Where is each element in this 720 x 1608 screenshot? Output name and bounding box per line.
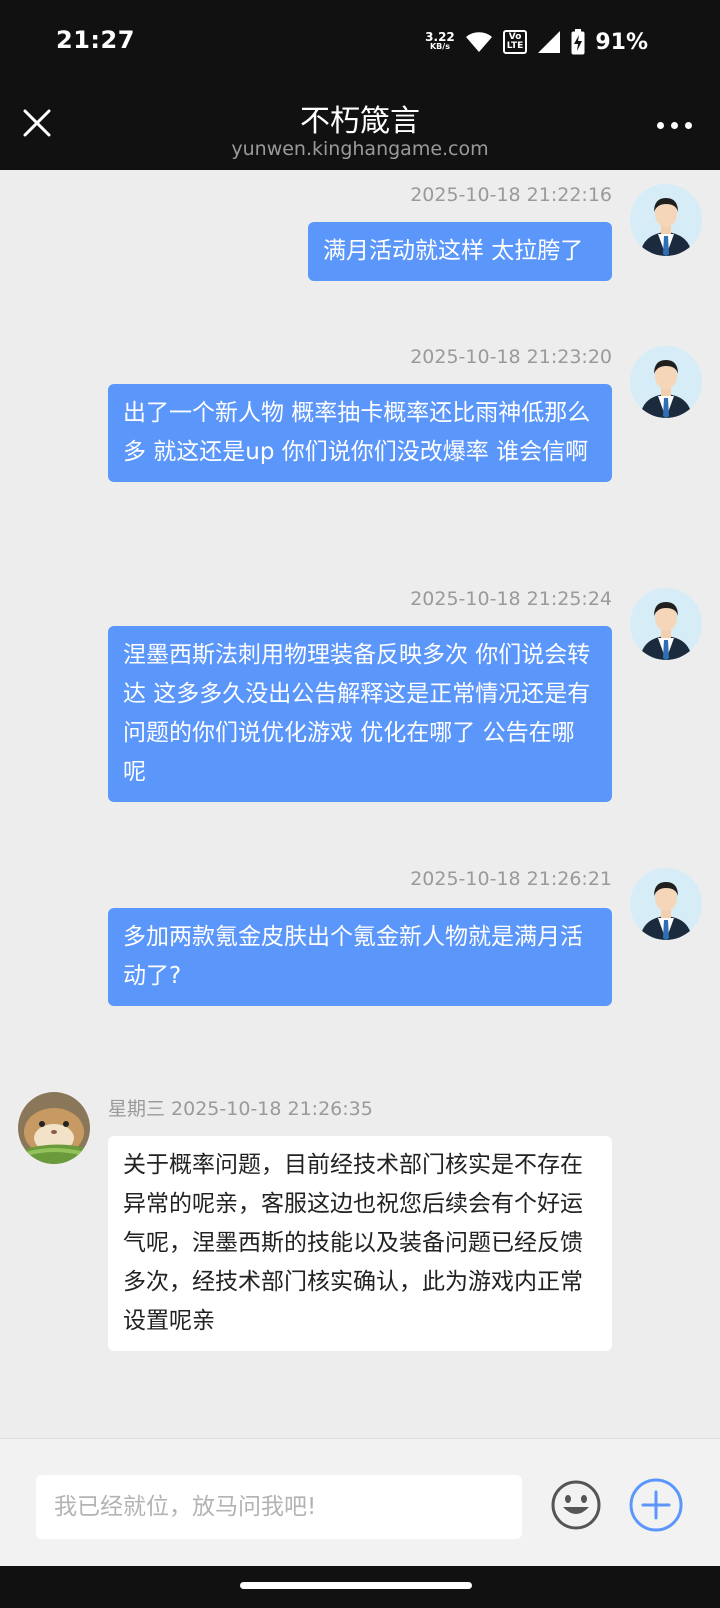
user-avatar[interactable] (630, 346, 702, 418)
home-indicator[interactable] (240, 1582, 472, 1589)
person-avatar-icon (630, 346, 702, 418)
chat-message-list[interactable]: 2025-10-18 21:22:16 满月活动就这样 太拉胯了 2025-10… (0, 170, 720, 1438)
person-avatar-icon (630, 184, 702, 256)
person-avatar-icon (630, 868, 702, 940)
hamster-avatar-icon (18, 1092, 90, 1164)
more-dot-icon (685, 122, 692, 129)
volte-icon: Vo LTE (502, 30, 528, 54)
message-bubble[interactable]: 出了一个新人物 概率抽卡概率还比雨神低那么多 就这还是up 你们说你们没改爆率 … (108, 384, 612, 482)
more-options-button[interactable] (657, 122, 692, 129)
service-agent-avatar[interactable] (18, 1092, 90, 1164)
volte-bottom-text: LTE (506, 41, 524, 51)
message-timestamp: 2025-10-18 21:26:21 (410, 868, 612, 890)
user-avatar[interactable] (630, 868, 702, 940)
message-bubble[interactable]: 多加两款氪金皮肤出个氪金新人物就是满月活动了? (108, 908, 612, 1006)
status-bar: 21:27 3.22 KB/s Vo LTE 91% (0, 0, 720, 84)
message-bubble[interactable]: 涅墨西斯法刺用物理装备反映多次 你们说会转达 这多多久没出公告解释这是正常情况还… (108, 626, 612, 802)
message-timestamp: 2025-10-18 21:22:16 (410, 184, 612, 206)
network-speed-value: 3.22 (425, 30, 455, 44)
message-bubble[interactable]: 关于概率问题，目前经技术部门核实是不存在异常的呢亲，客服这边也祝您后续会有个好运… (108, 1136, 612, 1351)
page-subtitle-domain: yunwen.kinghangame.com (231, 138, 489, 160)
emoji-icon[interactable] (550, 1479, 602, 1531)
more-dot-icon (671, 122, 678, 129)
status-icons: 3.22 KB/s Vo LTE 91% (425, 28, 648, 56)
page-title: 不朽箴言 (300, 104, 420, 139)
network-speed-unit: KB/s (429, 42, 450, 51)
battery-percentage: 91% (595, 29, 648, 55)
person-avatar-icon (630, 588, 702, 660)
user-avatar[interactable] (630, 588, 702, 660)
message-timestamp: 2025-10-18 21:25:24 (410, 588, 612, 610)
status-time: 21:27 (56, 26, 135, 54)
message-bubble[interactable]: 满月活动就这样 太拉胯了 (308, 222, 612, 281)
signal-icon (538, 31, 561, 53)
user-avatar[interactable] (630, 184, 702, 256)
header: 不朽箴言 yunwen.kinghangame.com (0, 84, 720, 170)
message-timestamp: 2025-10-18 21:23:20 (410, 346, 612, 368)
system-navigation-bar (0, 1566, 720, 1608)
add-attachment-icon[interactable] (628, 1477, 684, 1533)
more-dot-icon (657, 122, 664, 129)
message-timestamp: 星期三 2025-10-18 21:26:35 (108, 1098, 373, 1120)
message-input[interactable]: 我已经就位，放马问我吧! (36, 1475, 522, 1539)
wifi-icon (465, 32, 492, 52)
network-speed: 3.22 KB/s (425, 30, 455, 52)
message-input-bar: 我已经就位，放马问我吧! (0, 1438, 720, 1566)
battery-charging-icon (571, 29, 585, 55)
